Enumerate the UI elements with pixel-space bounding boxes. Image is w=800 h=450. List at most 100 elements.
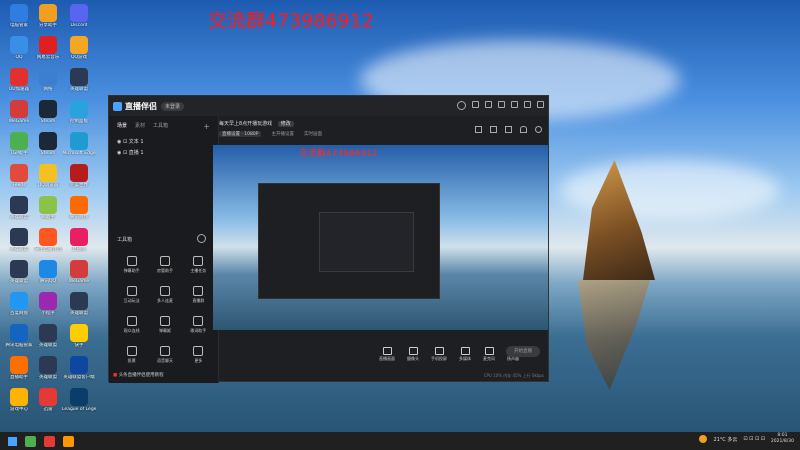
- desktop-icon[interactable]: Steam: [31, 132, 65, 156]
- desktop-icon[interactable]: 快手: [62, 324, 96, 348]
- desktop-icon[interactable]: 网络: [31, 68, 65, 92]
- live-preview-canvas[interactable]: 交流群473986912: [213, 145, 548, 330]
- tools-settings-icon[interactable]: [197, 234, 206, 243]
- desktop-icon[interactable]: 完美世界: [62, 164, 96, 188]
- add-icon[interactable]: +: [203, 122, 210, 131]
- login-badge[interactable]: 未登录: [161, 101, 185, 111]
- bottom-toolbar: 直播画面 摄像头 手机投屏 多媒体 麦克风 扬声器: [219, 332, 550, 362]
- edit-title-button[interactable]: 修改: [277, 121, 294, 127]
- desktop-icon[interactable]: 英雄联盟: [62, 68, 96, 92]
- tool-icon: [159, 346, 170, 356]
- desktop-icon-glyph: [10, 36, 28, 54]
- desktop-icon[interactable]: 分享助手: [31, 4, 65, 28]
- tool-item[interactable]: 观众连线: [115, 316, 148, 334]
- maximize-icon[interactable]: [524, 101, 531, 108]
- taskbar-app-icon[interactable]: [25, 435, 36, 447]
- desktop-icon[interactable]: QQ游戏: [62, 36, 96, 60]
- desktop-icon[interactable]: QQ浏览器: [31, 164, 65, 188]
- toolbar-button[interactable]: 多媒体: [459, 347, 471, 362]
- desktop-icon[interactable]: 腾讯视频: [62, 196, 96, 220]
- desktop-icon-glyph: [39, 324, 57, 342]
- desktop-icon[interactable]: 英雄联盟: [31, 324, 65, 348]
- scene-item-label: 直播 1: [128, 150, 144, 156]
- desktop-icon-label: 小程序: [41, 311, 55, 316]
- tool-item[interactable]: 直播群: [182, 286, 215, 304]
- tool-item[interactable]: 多人连麦: [148, 286, 181, 304]
- toolbar-button-icon: [434, 347, 444, 355]
- tray-icons[interactable]: ⊡ ⊡ ⊡ ⊡: [743, 436, 765, 442]
- desktop-icon-glyph: [39, 36, 57, 54]
- share-icon[interactable]: [535, 126, 542, 133]
- scene-item[interactable]: ◉ ⊡ 直播 1: [117, 148, 210, 159]
- minimize-icon[interactable]: [511, 101, 518, 108]
- desktop-icon-glyph: [39, 228, 57, 246]
- taskbar-app-icon[interactable]: [63, 435, 74, 447]
- desktop-icon[interactable]: 网易云音乐: [31, 36, 65, 60]
- desktop-icon[interactable]: 直播姬: [62, 228, 96, 252]
- toolbar-button[interactable]: 直播画面: [379, 347, 395, 362]
- tool-item[interactable]: 房管助手: [148, 256, 181, 274]
- lock-icon[interactable]: [490, 126, 497, 133]
- desktop-icon[interactable]: 快手直播伴侣: [31, 228, 65, 252]
- toolbar-button[interactable]: 摄像头: [407, 347, 419, 362]
- notice-text: 头条直播伴侣使用教程: [118, 373, 164, 378]
- scene-item[interactable]: ◉ ⊡ 文本 1: [117, 137, 210, 148]
- desktop-icon[interactable]: 腾讯QQ: [31, 260, 65, 284]
- quality-pill[interactable]: 直播设置 · 1080P: [219, 131, 262, 137]
- weather-icon[interactable]: [699, 435, 708, 443]
- desktop-icon[interactable]: 小程序: [31, 292, 65, 316]
- skin-icon[interactable]: [485, 101, 492, 108]
- bell-icon[interactable]: [520, 126, 527, 133]
- desktop-icon[interactable]: Discord: [62, 4, 96, 28]
- desktop-icon-glyph: [39, 164, 57, 182]
- desktop-icon[interactable]: Steam: [31, 100, 65, 124]
- desktop-icon-label: AI助手: [41, 215, 55, 220]
- desktop-icon[interactable]: 控制面板: [62, 100, 96, 124]
- desktop-icon-glyph: [10, 356, 28, 374]
- sidebar: 场景 素材 工具箱 + ◉ ⊡ 文本 1 ◉ ⊡ 直播 1 工具箱 弹幕助手 房管…: [109, 116, 219, 383]
- live-preview-label[interactable]: 实时画面: [304, 131, 322, 137]
- tool-item[interactable]: 更多: [182, 346, 215, 364]
- tutorial-notice[interactable]: ■ 头条直播伴侣使用教程: [113, 372, 164, 378]
- weather-text[interactable]: 21°C 多云: [713, 436, 737, 443]
- desktop-icon[interactable]: 英雄联盟: [31, 356, 65, 380]
- toolbar-button[interactable]: 麦克风: [483, 347, 495, 362]
- tool-item[interactable]: 主播任务: [182, 256, 215, 274]
- tab-scene[interactable]: 场景: [117, 122, 127, 131]
- desktop-icon[interactable]: 英雄联盟客户端: [62, 356, 96, 380]
- layout-icon[interactable]: [475, 126, 482, 133]
- toolbar-button-label: 直播画面: [379, 356, 395, 361]
- start-icon[interactable]: [8, 436, 17, 446]
- desktop-icon-label: 腾讯QQ: [39, 279, 57, 284]
- tool-item[interactable]: 弹幕助手: [115, 256, 148, 274]
- title-bar[interactable]: 直播伴侣 未登录: [109, 96, 548, 116]
- go-live-button[interactable]: 开始直播: [506, 346, 540, 357]
- stream-setting-label[interactable]: 主开播设置: [271, 131, 294, 137]
- app-title: 直播伴侣: [125, 101, 157, 111]
- desktop-icon[interactable]: AI助手: [31, 196, 65, 220]
- taskbar-app-icon[interactable]: [44, 435, 55, 447]
- tool-item[interactable]: 弹幕姬: [148, 316, 181, 334]
- desktop-icon[interactable]: 迅雷: [31, 388, 65, 412]
- tool-item[interactable]: 歌词助手: [182, 316, 215, 334]
- screenshot-icon[interactable]: [505, 126, 512, 133]
- stream-title[interactable]: 每天早上8点开播玩游戏: [219, 121, 272, 127]
- tool-item[interactable]: 语音聊天: [148, 346, 181, 364]
- desktop-icon[interactable]: 英雄联盟: [62, 292, 96, 316]
- avatar-icon[interactable]: [457, 101, 466, 110]
- desktop-icon[interactable]: WeGame: [62, 260, 96, 284]
- close-icon[interactable]: [537, 101, 544, 108]
- tool-item[interactable]: 投票: [115, 346, 148, 364]
- desktop-icon[interactable]: Microsoft Edge: [62, 132, 96, 156]
- desktop-icon[interactable]: League of Legends: [62, 388, 96, 412]
- toolbar-button[interactable]: 手机投屏: [431, 347, 447, 362]
- tab-toolbox[interactable]: 工具箱: [153, 122, 168, 131]
- desktop-icon-label: 分享助手: [39, 23, 57, 28]
- menu-icon[interactable]: [498, 101, 505, 108]
- tab-material[interactable]: 素材: [135, 122, 145, 131]
- desktop-icon-label: 完美世界: [70, 183, 88, 188]
- desktop-icon-glyph: [70, 132, 88, 150]
- clock[interactable]: 8:01 2021/8/30: [771, 433, 794, 445]
- tool-item[interactable]: 互动玩法: [115, 286, 148, 304]
- settings-icon[interactable]: [472, 101, 479, 108]
